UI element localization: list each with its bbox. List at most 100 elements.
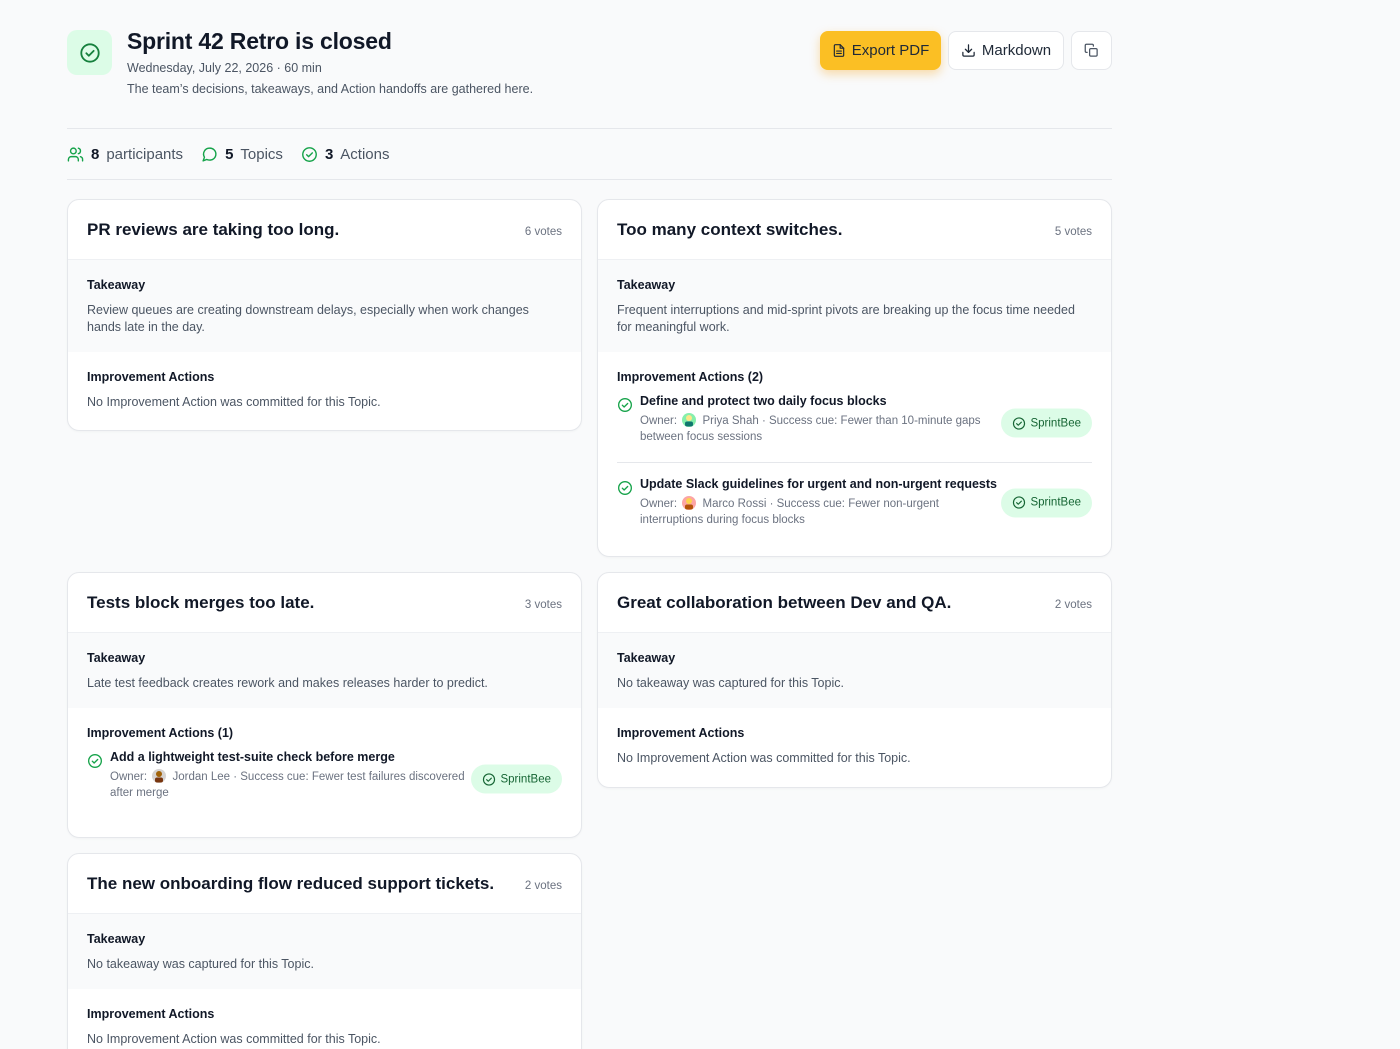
retro-summary-page: Sprint 42 Retro is closed Wednesday, Jul… [67, 0, 1112, 1049]
action-item: Define and protect two daily focus block… [617, 394, 1092, 452]
topic-header: Tests block merges too late. 3 votes [68, 573, 581, 633]
action-meta: Owner: Marco Rossi · Success cue: Fewer … [640, 496, 1000, 528]
takeaway-text: Review queues are creating downstream de… [87, 303, 529, 334]
copy-icon [1084, 43, 1098, 57]
takeaway-label: Takeaway [87, 651, 146, 665]
participants-label: participants [106, 145, 184, 163]
takeaway-section: Takeaway Frequent interruptions and mid-… [598, 260, 1111, 352]
check-circle-icon [618, 398, 632, 412]
improvement-actions-section: Improvement Actions (1) Add a lightweigh… [68, 708, 581, 826]
improvement-actions-heading: Improvement Actions [617, 726, 745, 740]
takeaway-label: Takeaway [617, 278, 676, 292]
participants-stat: 8 participants [67, 146, 183, 163]
topic-card: Too many context switches. 5 votes Takea… [597, 199, 1112, 557]
takeaway-text: Frequent interruptions and mid-sprint pi… [617, 303, 1075, 334]
badge-label: SprintBee [500, 773, 551, 785]
action-title: Add a lightweight test-suite check befor… [110, 750, 395, 764]
takeaway-text: No takeaway was captured for this Topic. [87, 957, 314, 971]
page-title: Sprint 42 Retro is closed [127, 28, 392, 54]
avatar [152, 769, 167, 783]
badge-label: SprintBee [1030, 496, 1081, 509]
owner-label: Owner: [640, 498, 678, 510]
topic-header: PR reviews are taking too long. 6 votes [68, 200, 581, 260]
actions-stat: 3 Actions [301, 145, 390, 163]
topic-title: PR reviews are taking too long. [87, 219, 340, 239]
owner-label: Owner: [110, 771, 148, 783]
topic-header: Great collaboration between Dev and QA. … [598, 573, 1111, 633]
vote-count: 5 votes [1054, 225, 1092, 238]
takeaway-section: Takeaway Late test feedback creates rewo… [68, 633, 581, 708]
avatar [682, 496, 697, 510]
badge-label: SprintBee [1030, 417, 1081, 429]
topics-label: Topics [240, 145, 283, 163]
actions-label: Actions [340, 145, 390, 163]
topic-title: Too many context switches. [617, 219, 843, 239]
improvement-actions-section: Improvement Actions No Improvement Actio… [598, 708, 1111, 785]
page-header: Sprint 42 Retro is closed Wednesday, Jul… [67, 0, 1112, 129]
vote-count: 3 votes [524, 598, 562, 611]
takeaway-section: Takeaway Review queues are creating down… [68, 260, 581, 352]
check-circle-icon [302, 146, 317, 162]
topic-card: PR reviews are taking too long. 6 votes … [67, 199, 582, 431]
owner-name: Priya Shah [702, 415, 759, 427]
download-icon [962, 44, 975, 57]
check-circle-icon [88, 754, 102, 768]
message-circle-icon [202, 146, 217, 162]
improvement-actions-section: Improvement Actions (2) Define and prote… [598, 352, 1111, 546]
users-icon [67, 146, 84, 162]
takeaway-label: Takeaway [87, 932, 146, 946]
takeaway-text: Late test feedback creates rework and ma… [87, 676, 488, 690]
export-pdf-label: Export PDF [851, 42, 930, 59]
topic-title: Great collaboration between Dev and QA. [617, 592, 952, 612]
topic-card: Tests block merges too late. 3 votes Tak… [67, 572, 582, 838]
takeaway-section: Takeaway No takeaway was captured for th… [68, 914, 581, 989]
owner-name: Marco Rossi [702, 498, 767, 510]
retro-stats: 8 participants 5 Topics 3 Actions [67, 129, 1112, 180]
takeaway-text: No takeaway was captured for this Topic. [617, 676, 844, 690]
retro-meta: Wednesday, July 22, 2026 · 60 min [127, 61, 322, 75]
improvement-actions-heading: Improvement Actions (1) [87, 726, 234, 740]
takeaway-label: Takeaway [87, 278, 146, 292]
topic-card: Great collaboration between Dev and QA. … [597, 572, 1112, 788]
participants-count: 8 [91, 145, 100, 163]
avatar [682, 413, 697, 427]
no-actions-text: No Improvement Action was committed for … [87, 1032, 381, 1046]
page-subtitle: The team’s decisions, takeaways, and Act… [127, 82, 534, 96]
check-circle-icon [79, 42, 100, 63]
copy-button[interactable] [1071, 31, 1112, 70]
action-item: Add a lightweight test-suite check befor… [87, 750, 562, 808]
sprintbee-badge[interactable]: SprintBee [1001, 408, 1092, 438]
owner-name: Jordan Lee [172, 771, 231, 783]
action-meta: Owner: Priya Shah · Success cue: Fewer t… [640, 413, 1000, 445]
vote-count: 6 votes [524, 225, 562, 238]
improvement-actions-heading: Improvement Actions (2) [617, 370, 764, 384]
topics-count: 5 [225, 145, 234, 163]
check-circle-icon [1013, 416, 1026, 430]
check-circle-icon [483, 772, 496, 786]
action-meta: Owner: Jordan Lee · Success cue: Fewer t… [110, 769, 470, 801]
action-item: Update Slack guidelines for urgent and n… [617, 462, 1092, 528]
export-pdf-button[interactable]: Export PDF [820, 31, 941, 70]
markdown-label: Markdown [981, 42, 1052, 59]
owner-label: Owner: [640, 415, 678, 427]
topic-header: Too many context switches. 5 votes [598, 200, 1111, 260]
improvement-actions-heading: Improvement Actions [87, 370, 215, 384]
sprintbee-badge[interactable]: SprintBee [1001, 488, 1092, 517]
markdown-button[interactable]: Markdown [948, 31, 1064, 70]
actions-count: 3 [324, 145, 334, 163]
improvement-actions-section: Improvement Actions No Improvement Actio… [68, 989, 581, 1049]
topic-title: Tests block merges too late. [87, 592, 315, 612]
topics-stat: 5 Topics [201, 146, 283, 163]
takeaway-label: Takeaway [617, 651, 676, 665]
topic-header: The new onboarding flow reduced support … [68, 854, 581, 914]
no-actions-text: No Improvement Action was committed for … [87, 395, 381, 409]
check-circle-icon [618, 481, 632, 495]
improvement-actions-heading: Improvement Actions [87, 1007, 215, 1021]
file-text-icon [833, 44, 844, 57]
sprintbee-badge[interactable]: SprintBee [471, 764, 562, 794]
no-actions-text: No Improvement Action was committed for … [617, 751, 911, 765]
improvement-actions-section: Improvement Actions No Improvement Actio… [68, 352, 581, 429]
check-circle-icon [1013, 496, 1026, 509]
topic-card: The new onboarding flow reduced support … [67, 853, 582, 1049]
vote-count: 2 votes [1054, 598, 1092, 611]
